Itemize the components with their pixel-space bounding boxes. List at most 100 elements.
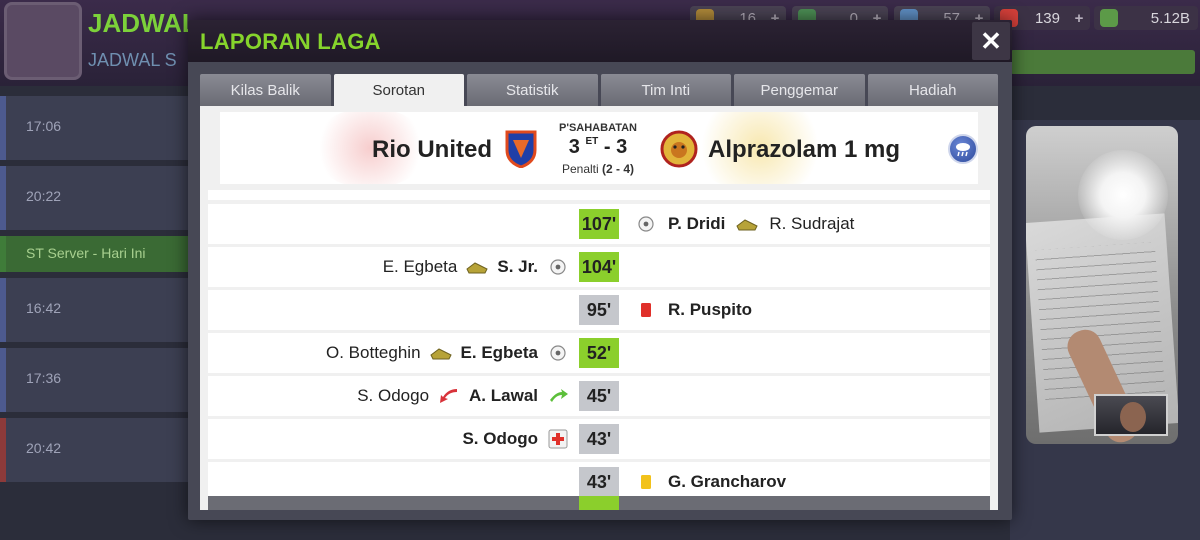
avatar [1120,402,1146,432]
add-resource-button[interactable]: + [1068,10,1090,27]
highlights-panel: Rio United P'SAHABATAN 3 ET - 3 Penalti … [200,106,998,510]
club-logo [4,2,82,80]
event-minute: 43' [579,424,619,454]
event-row: O. Botteghin E. Egbeta 52' [208,333,990,373]
tab-statistik[interactable]: Statistik [467,74,598,106]
modal-header: LAPORAN LAGA ✕ [188,20,1012,62]
fixture-time: 16:42 [26,300,62,316]
tab-tim-inti[interactable]: Tim Inti [600,74,731,106]
event-away: R. Puspito [634,300,752,320]
background-title: JADWAL [88,8,198,38]
away-team-name[interactable]: Alprazolam 1 mg [708,136,900,164]
event-away: P. Dridi R. Sudrajat [634,214,854,234]
background-fixture-list: 17:06 20:22 ST Server - Hari Ini 16:42 1… [0,96,190,488]
event-row: E. Egbeta S. Jr. 104' [208,247,990,287]
scorer-name[interactable]: E. Egbeta [461,343,538,363]
assist-name[interactable]: O. Botteghin [326,343,421,363]
fixture-row[interactable]: ST Server - Hari Ini [0,236,190,272]
ball-icon [550,259,566,275]
ball-icon [550,345,566,361]
tab-hadiah[interactable]: Hadiah [867,74,998,106]
sub-out-name[interactable]: S. Odogo [357,386,429,406]
scoreboard: Rio United P'SAHABATAN 3 ET - 3 Penalti … [220,112,978,184]
player-name[interactable]: G. Grancharov [668,472,786,492]
event-minute: 52' [579,338,619,368]
fixture-row[interactable]: 20:42 [0,418,190,482]
background-tag [1010,50,1195,74]
fixture-row[interactable]: 17:06 [0,96,190,160]
red-card-icon [641,303,651,317]
assist-name[interactable]: E. Egbeta [383,257,458,277]
event-row: S. Odogo 43' [208,419,990,459]
extra-time-label: ET [585,136,599,147]
event-minute: 45' [579,381,619,411]
event-minute: 43' [579,467,619,497]
home-team-name[interactable]: Rio United [372,136,492,164]
injured-player-name[interactable]: S. Odogo [462,429,538,449]
penalty-result: Penalti (2 - 4) [538,162,658,176]
event-away: G. Grancharov [634,472,786,492]
fixture-row[interactable]: 16:42 [0,278,190,342]
event-row-partial [208,190,990,200]
match-type: P'SAHABATAN [559,122,637,134]
camera-self-view[interactable] [1094,394,1168,436]
event-home: E. Egbeta S. Jr. [383,257,570,277]
event-row: 95' R. Puspito [208,290,990,330]
player-name[interactable]: R. Puspito [668,300,752,320]
fixture-time: 20:22 [26,188,62,204]
match-score: 3 ET - 3 [548,136,648,159]
home-crest-icon [505,130,537,168]
home-score: 3 [568,136,580,158]
away-score: 3 [616,136,628,158]
close-icon: ✕ [980,25,1002,56]
event-home: S. Odogo [462,429,570,449]
fixture-time: ST Server - Hari Ini [26,245,146,261]
assist-name[interactable]: R. Sudrajat [769,214,854,234]
modal-title: LAPORAN LAGA [200,29,381,54]
away-crest-icon [660,130,698,168]
event-row: 107' P. Dridi R. Sudrajat [208,204,990,244]
penalty-label: Penalti [561,162,599,176]
report-tabs: Kilas Balik Sorotan Statistik Tim Inti P… [200,74,998,106]
sub-in-arrow-icon [550,389,568,402]
close-button[interactable]: ✕ [972,22,1010,60]
yellow-card-icon [641,475,651,489]
ball-icon [638,216,654,232]
score-separator: - [603,136,611,158]
event-row: S. Odogo A. Lawal 45' [208,376,990,416]
fixture-time: 17:06 [26,118,62,134]
camera-overlay[interactable] [1026,126,1178,444]
resource-cash: 5.12B [1094,6,1198,30]
event-minute: 95' [579,295,619,325]
match-report-modal: LAPORAN LAGA ✕ Kilas Balik Sorotan Stati… [188,20,1012,520]
event-minute: 104' [579,252,619,282]
event-home: O. Botteghin E. Egbeta [326,343,570,363]
fixture-row[interactable]: 17:36 [0,348,190,412]
fixture-time: 17:36 [26,370,62,386]
fixture-row[interactable]: 20:22 [0,166,190,230]
cash-icon [1100,9,1118,27]
injury-icon [548,429,568,449]
boot-icon [736,219,758,231]
next-goal-marker [579,496,619,510]
background-subtitle: JADWAL S [88,50,177,70]
tab-penggemar[interactable]: Penggemar [734,74,865,106]
tab-kilas-balik[interactable]: Kilas Balik [200,74,331,106]
weather-rain-icon[interactable] [948,134,978,164]
boot-icon [466,262,489,274]
resource-value: 139 [1034,9,1060,27]
sub-out-arrow-icon [440,389,458,403]
boot-icon [429,348,452,360]
event-list: 107' P. Dridi R. Sudrajat E. Egbeta S. J… [208,190,990,510]
sub-in-name[interactable]: A. Lawal [469,386,538,406]
penalty-score: (2 - 4) [602,162,635,176]
cloud-icon [956,143,970,157]
tab-sorotan[interactable]: Sorotan [333,74,464,106]
camera-light-glare [1078,150,1168,240]
fixture-time: 20:42 [26,440,62,456]
resource-value: 5.12B [1150,9,1190,27]
scorer-name[interactable]: P. Dridi [668,214,725,234]
scorer-name[interactable]: S. Jr. [497,257,538,277]
event-home: S. Odogo A. Lawal [357,386,570,406]
event-minute: 107' [579,209,619,239]
